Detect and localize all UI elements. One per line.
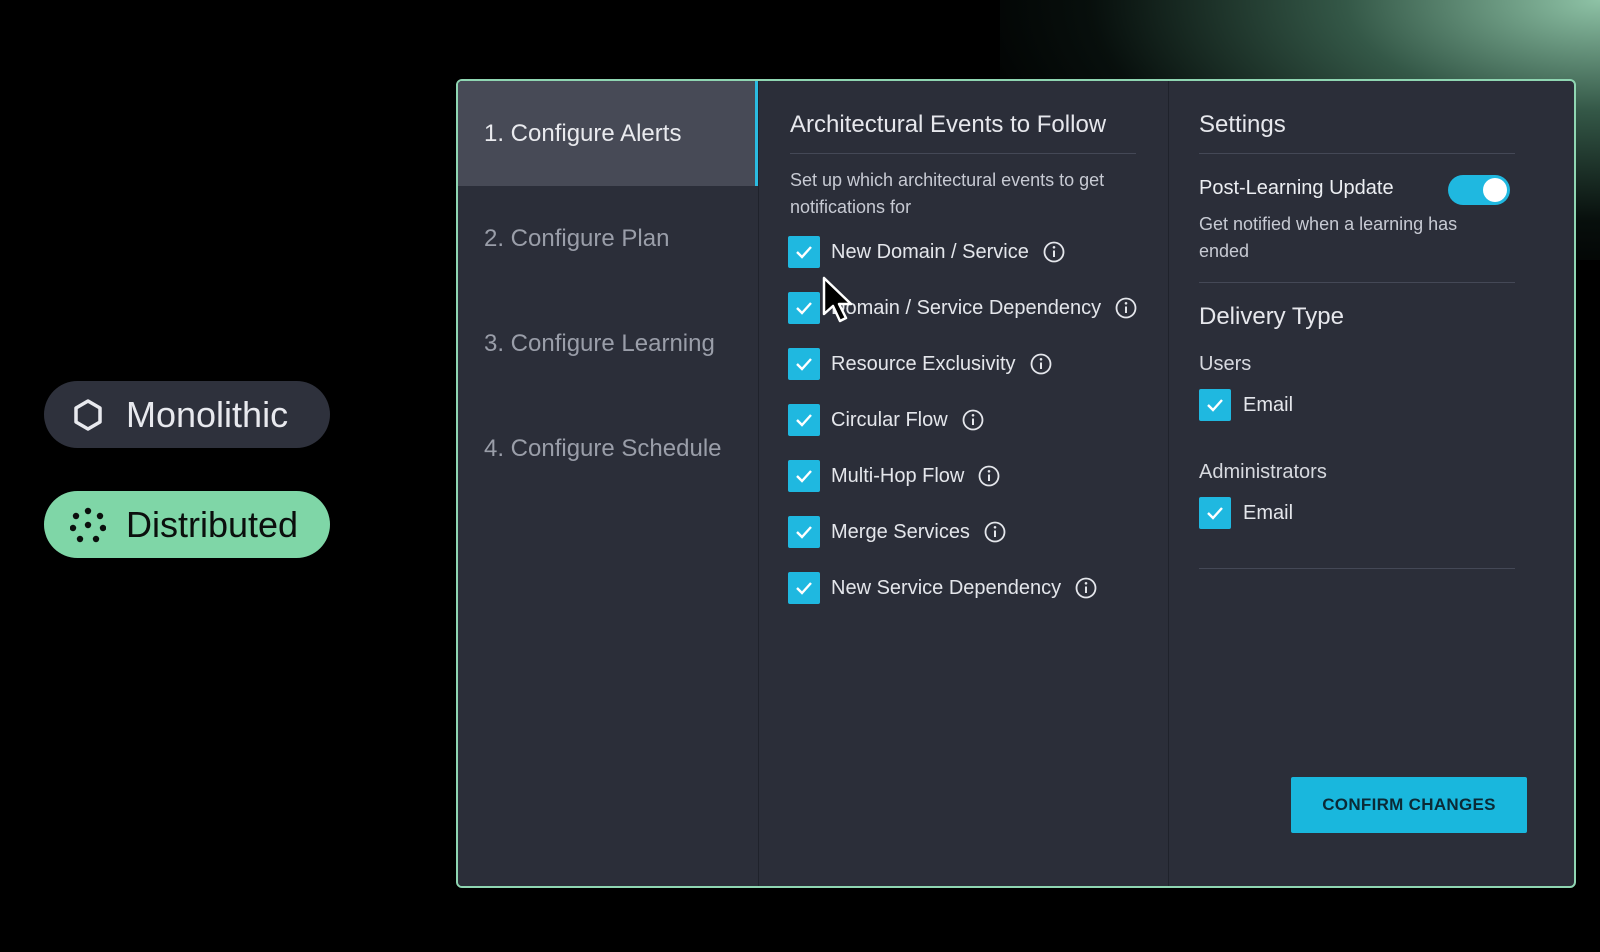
checkmark-icon: [796, 526, 812, 539]
checkmark-icon: [796, 582, 812, 595]
info-icon[interactable]: [1115, 297, 1137, 319]
events-column: Architectural Events to Follow Set up wh…: [758, 81, 1169, 886]
event-label: Resource Exclusivity: [831, 352, 1016, 375]
post-learning-label: Post-Learning Update: [1199, 177, 1394, 199]
checkmark-icon: [796, 302, 812, 315]
event-checkbox[interactable]: [788, 460, 820, 492]
checkmark-icon: [796, 414, 812, 427]
event-checkbox[interactable]: [788, 348, 820, 380]
info-icon[interactable]: [984, 521, 1006, 543]
nav-configure-learning[interactable]: 3. Configure Learning: [458, 291, 758, 396]
steps-nav: 1. Configure Alerts 2. Configure Plan 3.…: [458, 81, 759, 886]
event-new-service-dependency[interactable]: New Service Dependency: [788, 571, 1097, 605]
checkmark-icon: [796, 470, 812, 483]
event-label: New Service Dependency: [831, 576, 1062, 599]
distributed-label: Distributed: [126, 503, 299, 545]
event-label: Domain / Service Dependency: [831, 296, 1102, 319]
monolithic-option[interactable]: Monolithic: [44, 381, 330, 448]
event-checkbox[interactable]: [788, 292, 820, 324]
nav-item-label: 4. Configure Schedule: [484, 434, 722, 462]
event-circular-flow[interactable]: Circular Flow: [788, 403, 984, 437]
info-icon[interactable]: [962, 409, 984, 431]
checkmark-icon: [1207, 507, 1223, 520]
alert-configuration-panel: 1. Configure Alerts 2. Configure Plan 3.…: [456, 79, 1576, 888]
users-email-option[interactable]: Email: [1199, 389, 1293, 421]
dots-cluster-icon: [70, 507, 106, 543]
nav-item-label: 1. Configure Alerts: [484, 119, 682, 147]
events-description: Set up which architectural events to get…: [790, 170, 1105, 217]
event-multi-hop-flow[interactable]: Multi-Hop Flow: [788, 459, 1000, 493]
checkmark-icon: [1207, 399, 1223, 412]
administrators-email-label: Email: [1243, 501, 1294, 524]
nav-configure-alerts[interactable]: 1. Configure Alerts: [458, 81, 758, 186]
event-checkbox[interactable]: [788, 516, 820, 548]
event-new-domain-service[interactable]: New Domain / Service: [788, 235, 1065, 269]
events-title: Architectural Events to Follow: [790, 111, 1136, 154]
info-icon[interactable]: [1075, 577, 1097, 599]
nav-configure-plan[interactable]: 2. Configure Plan: [458, 186, 758, 291]
mouse-pointer-icon: [822, 276, 853, 323]
checkmark-icon: [796, 358, 812, 371]
administrators-label: Administrators: [1199, 461, 1327, 483]
event-checkbox[interactable]: [788, 404, 820, 436]
event-checkbox[interactable]: [788, 572, 820, 604]
post-learning-description: Get notified when a learning has ended: [1199, 214, 1458, 261]
info-icon[interactable]: [978, 465, 1000, 487]
event-merge-services[interactable]: Merge Services: [788, 515, 1006, 549]
event-label: New Domain / Service: [831, 240, 1029, 263]
info-icon[interactable]: [1043, 241, 1065, 263]
users-email-label: Email: [1243, 393, 1294, 416]
nav-item-label: 3. Configure Learning: [484, 329, 715, 357]
administrators-email-option[interactable]: Email: [1199, 497, 1293, 529]
event-resource-exclusivity[interactable]: Resource Exclusivity: [788, 347, 1052, 381]
administrators-email-checkbox[interactable]: [1199, 497, 1231, 529]
event-checkbox[interactable]: [788, 236, 820, 268]
divider: [1199, 282, 1515, 283]
post-learning-toggle[interactable]: [1448, 175, 1510, 205]
nav-item-label: 2. Configure Plan: [484, 224, 670, 252]
event-label: Circular Flow: [831, 408, 948, 431]
confirm-changes-button[interactable]: CONFIRM CHANGES: [1291, 777, 1527, 833]
delivery-type-title: Delivery Type: [1199, 303, 1344, 330]
toggle-knob: [1483, 178, 1507, 202]
divider: [1199, 568, 1515, 569]
monolithic-label: Monolithic: [126, 393, 289, 435]
settings-title: Settings: [1199, 111, 1515, 154]
checkmark-icon: [796, 246, 812, 259]
distributed-option[interactable]: Distributed: [44, 491, 330, 558]
info-icon[interactable]: [1030, 353, 1052, 375]
nav-configure-schedule[interactable]: 4. Configure Schedule: [458, 396, 758, 501]
event-label: Multi-Hop Flow: [831, 464, 965, 487]
event-label: Merge Services: [831, 520, 970, 543]
settings-column: Settings Post-Learning Update Get notifi…: [1169, 81, 1574, 886]
users-email-checkbox[interactable]: [1199, 389, 1231, 421]
hexagon-icon: [70, 397, 106, 433]
users-label: Users: [1199, 353, 1252, 375]
